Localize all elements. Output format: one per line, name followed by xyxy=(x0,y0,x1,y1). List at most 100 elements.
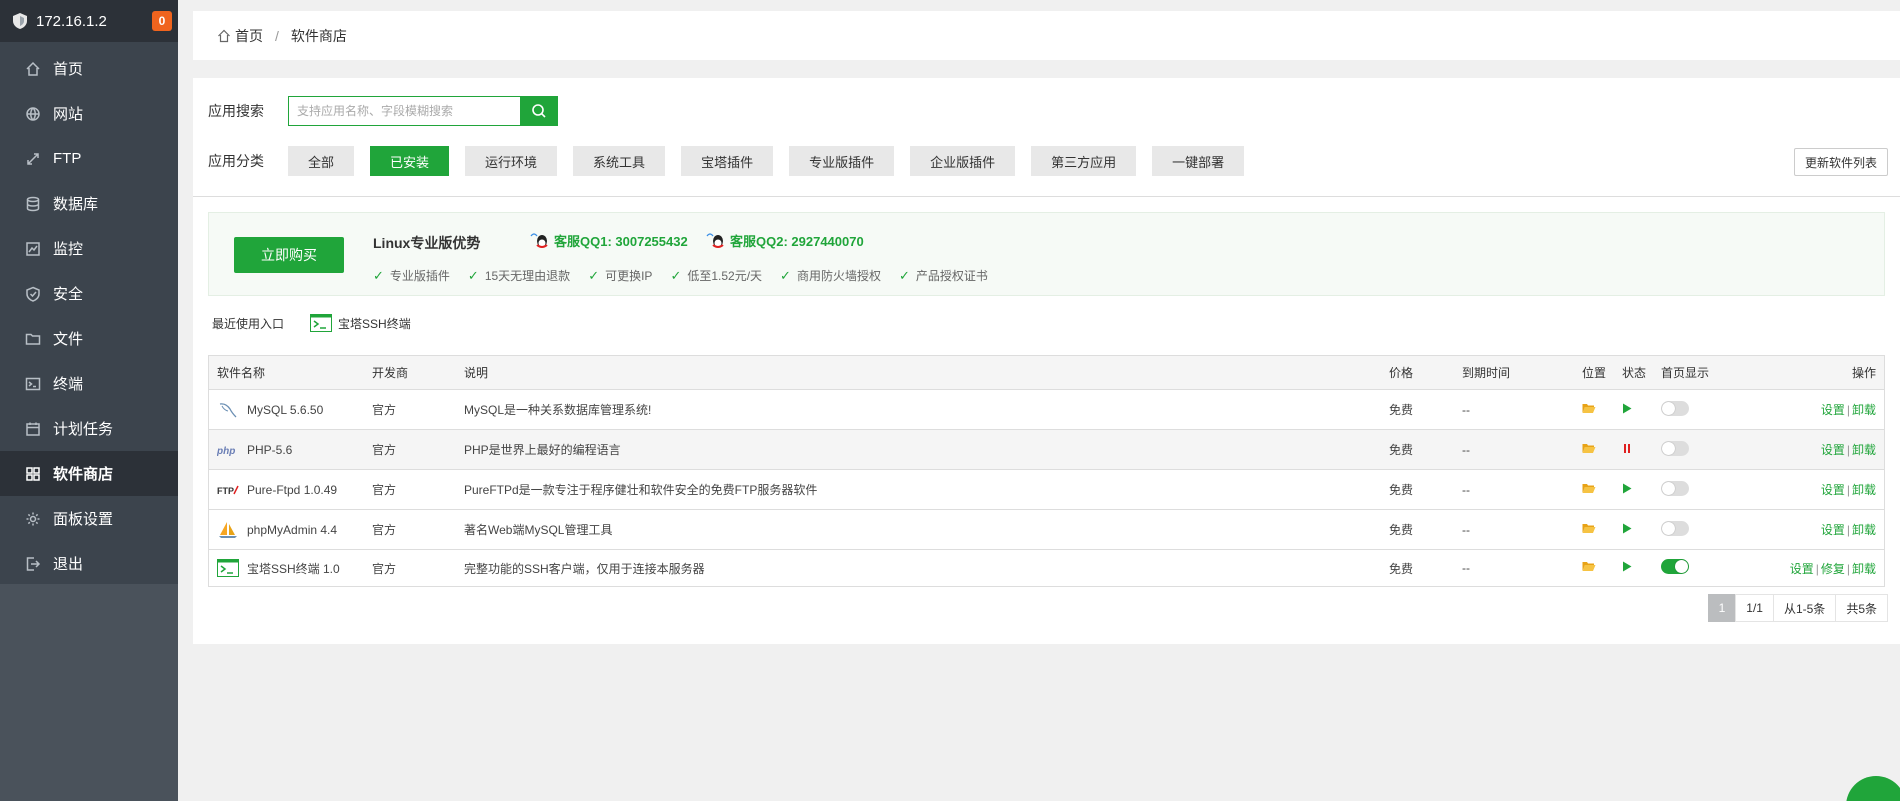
qq-icon xyxy=(706,232,724,248)
category-third-party[interactable]: 第三方应用 xyxy=(1031,146,1137,176)
open-folder-icon[interactable] xyxy=(1582,561,1596,572)
sidebar-item-ftp[interactable]: FTP xyxy=(0,136,178,181)
globe-icon xyxy=(25,106,41,122)
sidebar-item-label: 退出 xyxy=(53,556,84,573)
settings-link[interactable]: 设置 xyxy=(1821,403,1845,417)
play-icon[interactable] xyxy=(1622,403,1632,414)
search-button[interactable] xyxy=(520,96,558,126)
status-cell xyxy=(1622,443,1661,457)
play-icon[interactable] xyxy=(1622,483,1632,494)
page-range: 从1-5条 xyxy=(1772,594,1837,622)
server-ip: 172.16.1.2 xyxy=(36,12,107,30)
col-home-display: 首页显示 xyxy=(1661,366,1710,380)
uninstall-link[interactable]: 卸载 xyxy=(1852,443,1876,457)
open-folder-icon[interactable] xyxy=(1582,523,1596,534)
sidebar-item-cron[interactable]: 计划任务 xyxy=(0,406,178,451)
sidebar-item-files[interactable]: 文件 xyxy=(0,316,178,361)
notification-badge[interactable]: 0 xyxy=(152,11,172,31)
home-display-cell xyxy=(1661,440,1761,459)
sidebar-item-software-store[interactable]: 软件商店 xyxy=(0,451,178,496)
home-display-toggle[interactable] xyxy=(1661,440,1689,456)
col-status: 状态 xyxy=(1622,366,1647,380)
sidebar-header: 172.16.1.2 0 xyxy=(0,0,178,42)
category-enterprise-plugins[interactable]: 企业版插件 xyxy=(910,146,1016,176)
uninstall-link[interactable]: 卸载 xyxy=(1852,562,1876,576)
sidebar-item-security[interactable]: 安全 xyxy=(0,271,178,316)
price: 免费 xyxy=(1389,403,1414,417)
check-icon: ✓ xyxy=(670,267,682,283)
open-folder-icon[interactable] xyxy=(1582,443,1596,454)
category-pro-plugins[interactable]: 专业版插件 xyxy=(789,146,895,176)
settings-link[interactable]: 设置 xyxy=(1790,562,1814,576)
terminal-icon xyxy=(25,376,41,392)
software-name: MySQL 5.6.50 xyxy=(247,402,324,417)
qq-support-1[interactable]: 客服QQ1: 3007255432 xyxy=(529,231,688,250)
sidebar-item-label: 软件商店 xyxy=(53,466,114,483)
floating-help-button[interactable] xyxy=(1846,776,1900,801)
open-folder-icon[interactable] xyxy=(1582,403,1596,414)
price: 免费 xyxy=(1389,561,1414,576)
actions-cell: 设置 | 卸载 xyxy=(1761,401,1884,418)
location-cell xyxy=(1582,561,1622,575)
play-icon[interactable] xyxy=(1622,523,1632,534)
buy-now-button[interactable]: 立即购买 xyxy=(234,237,344,273)
sidebar-item-home[interactable]: 首页 xyxy=(0,46,178,91)
qq-support-2[interactable]: 客服QQ2: 2927440070 xyxy=(705,231,864,250)
status-cell xyxy=(1622,483,1661,497)
category-installed[interactable]: 已安装 xyxy=(370,146,450,176)
actions-cell: 设置 | 卸载 xyxy=(1761,521,1884,538)
col-expire: 到期时间 xyxy=(1462,366,1511,380)
mysql-dolphin-icon xyxy=(217,401,239,419)
play-icon[interactable] xyxy=(1622,561,1632,572)
sidebar-item-website[interactable]: 网站 xyxy=(0,91,178,136)
page-current[interactable]: 1 xyxy=(1707,594,1737,622)
home-display-toggle[interactable] xyxy=(1661,520,1689,536)
page-count: 1/1 xyxy=(1735,594,1774,622)
description: PHP是世界上最好的编程语言 xyxy=(464,443,621,457)
refresh-software-list-button[interactable]: 更新软件列表 xyxy=(1793,148,1888,176)
uninstall-link[interactable]: 卸载 xyxy=(1852,403,1876,417)
category-runtime[interactable]: 运行环境 xyxy=(465,146,558,176)
software-name: Pure-Ftpd 1.0.49 xyxy=(247,482,338,497)
col-developer: 开发商 xyxy=(372,366,409,380)
check-icon: ✓ xyxy=(373,267,384,283)
settings-link[interactable]: 设置 xyxy=(1821,523,1845,537)
recent-label: 最近使用入口 xyxy=(212,316,285,331)
pause-icon[interactable] xyxy=(1622,443,1632,454)
page-total: 共5条 xyxy=(1835,594,1888,622)
open-folder-icon[interactable] xyxy=(1582,483,1596,494)
uninstall-link[interactable]: 卸载 xyxy=(1852,523,1876,537)
ftp-app-icon: FTP xyxy=(217,481,239,499)
search-label: 应用搜索 xyxy=(208,103,264,119)
ops-separator: | xyxy=(1846,523,1850,537)
col-name: 软件名称 xyxy=(217,366,266,380)
search-input[interactable] xyxy=(288,96,520,126)
home-display-toggle[interactable] xyxy=(1661,559,1689,574)
home-display-toggle[interactable] xyxy=(1661,480,1689,496)
category-system-tools[interactable]: 系统工具 xyxy=(573,146,666,176)
category-one-click-deploy[interactable]: 一键部署 xyxy=(1152,146,1245,176)
sidebar-item-monitor[interactable]: 监控 xyxy=(0,226,178,271)
description: MySQL是一种关系数据库管理系统! xyxy=(464,403,652,417)
uninstall-link[interactable]: 卸载 xyxy=(1852,483,1876,497)
category-all[interactable]: 全部 xyxy=(288,146,355,176)
col-actions: 操作 xyxy=(1851,366,1876,380)
breadcrumb-home[interactable]: 首页 xyxy=(235,26,263,46)
sidebar-item-database[interactable]: 数据库 xyxy=(0,181,178,226)
sidebar-item-panel-settings[interactable]: 面板设置 xyxy=(0,496,178,541)
settings-link[interactable]: 设置 xyxy=(1821,483,1845,497)
home-display-toggle[interactable] xyxy=(1661,400,1689,416)
sidebar-item-terminal[interactable]: 终端 xyxy=(0,361,178,406)
actions-cell: 设置 | 卸载 xyxy=(1761,441,1884,458)
category-bt-plugins[interactable]: 宝塔插件 xyxy=(681,146,774,176)
expire-time: -- xyxy=(1462,442,1470,457)
settings-link[interactable]: 设置 xyxy=(1821,443,1845,457)
ops-separator: | xyxy=(1846,561,1850,576)
ftp-icon xyxy=(25,151,41,167)
home-display-cell xyxy=(1661,480,1761,499)
recent-item-ssh-terminal[interactable]: 宝塔SSH终端 xyxy=(310,314,411,332)
sidebar-item-logout[interactable]: 退出 xyxy=(0,541,178,586)
repair-link[interactable]: 修复 xyxy=(1821,562,1845,576)
check-icon: ✓ xyxy=(588,267,600,283)
sidebar-item-label: 网站 xyxy=(53,106,84,123)
